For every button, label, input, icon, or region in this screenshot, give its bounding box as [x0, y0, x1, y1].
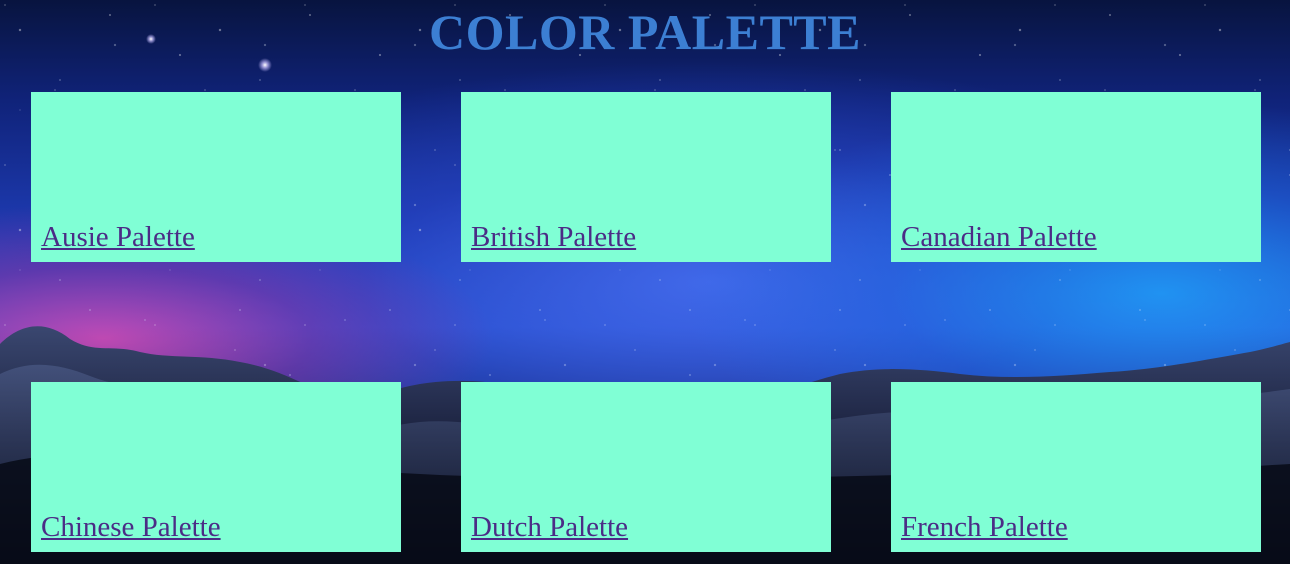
canadian-palette-link[interactable]: Canadian Palette	[901, 220, 1097, 254]
french-palette-link[interactable]: French Palette	[901, 510, 1068, 544]
chinese-palette-link[interactable]: Chinese Palette	[41, 510, 221, 544]
british-palette-link[interactable]: British Palette	[471, 220, 636, 254]
palette-card-british: British Palette	[461, 92, 831, 262]
page-title: COLOR PALETTE	[428, 4, 862, 60]
palette-card-chinese: Chinese Palette	[31, 382, 401, 552]
dutch-palette-link[interactable]: Dutch Palette	[471, 510, 628, 544]
palette-card-dutch: Dutch Palette	[461, 382, 831, 552]
bright-star	[258, 58, 272, 72]
palette-card-french: French Palette	[891, 382, 1261, 552]
palette-card-canadian: Canadian Palette	[891, 92, 1261, 262]
ausie-palette-link[interactable]: Ausie Palette	[41, 220, 195, 254]
palette-grid: Ausie Palette British Palette Canadian P…	[31, 92, 1261, 552]
palette-card-ausie: Ausie Palette	[31, 92, 401, 262]
